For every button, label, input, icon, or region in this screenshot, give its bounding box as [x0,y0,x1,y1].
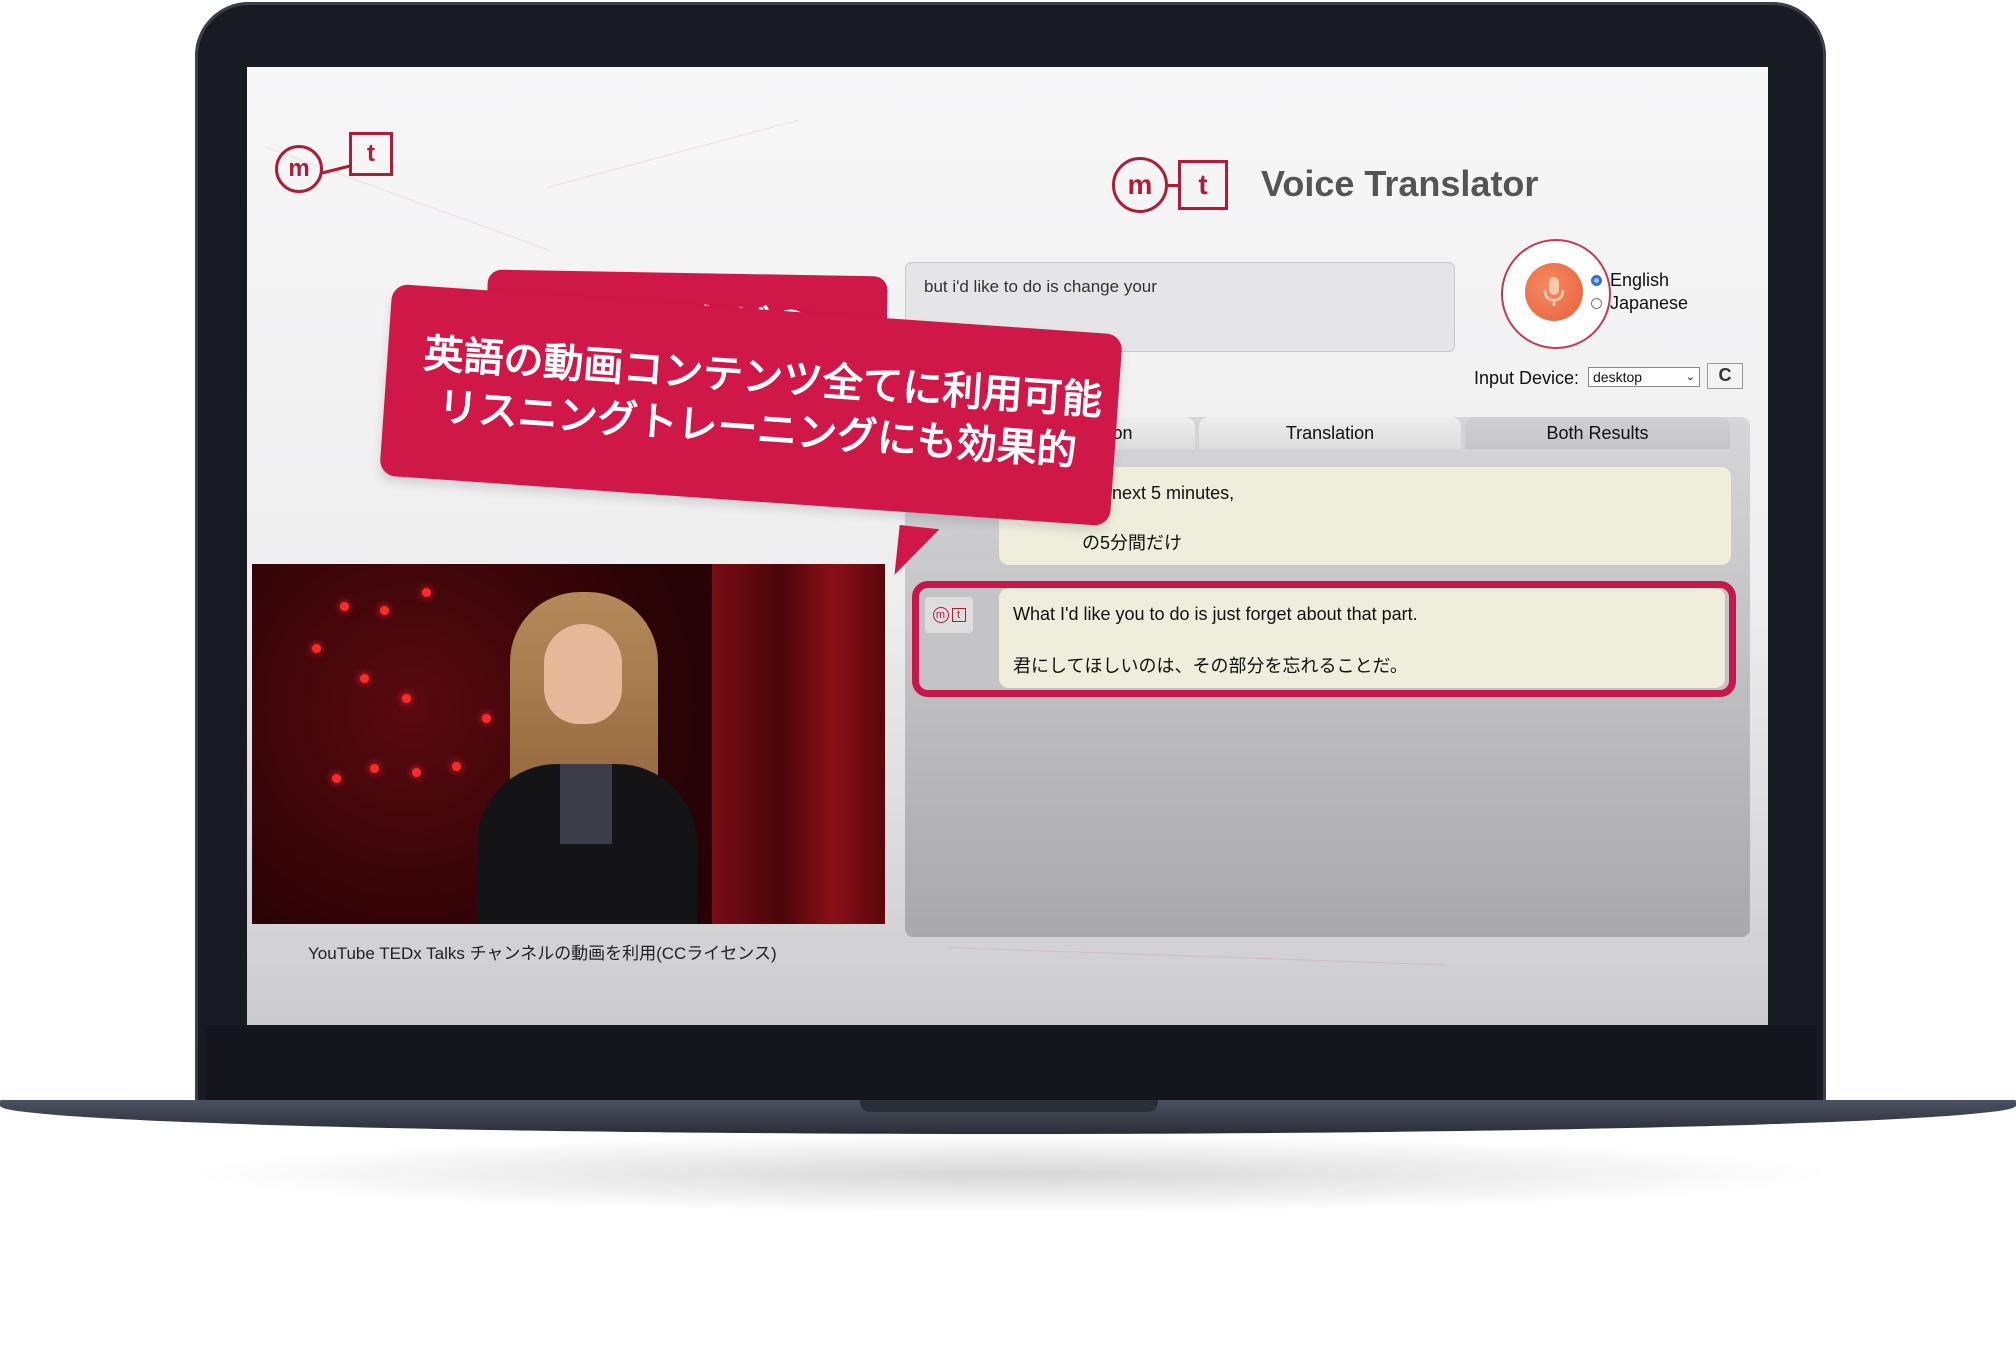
input-device-value: desktop [1593,369,1643,385]
microphone-button[interactable] [1525,263,1583,321]
result-english: What I'd like you to do is just forget a… [1013,604,1418,624]
video-caption: YouTube TEDx Talks チャンネルの動画を利用(CCライセンス) [308,944,777,963]
stage-light [422,588,431,597]
tab-translation[interactable]: Translation [1199,417,1461,449]
stage-light [412,768,421,777]
result-japanese: 君にしてほしいのは、その部分を忘れることだ。 [1013,656,1408,676]
logo-connector [321,163,351,175]
language-label: English [1610,270,1670,290]
logo-t: t [349,132,393,176]
stage-light [452,762,461,771]
logo-connector [1168,183,1178,187]
stage-light [380,606,389,615]
stage-light [312,644,321,653]
radio-japanese[interactable] [1591,298,1602,309]
app-screen: m t m t Voice Translator but i'd like to… [247,67,1768,1025]
input-device-select[interactable]: desktop ⌄ [1588,367,1700,387]
language-option-english[interactable]: English [1591,270,1669,291]
logo-m: m [1112,157,1168,213]
decoration-line [547,119,799,188]
promo-bubble-tail [894,525,940,579]
decoration-line [946,947,1447,966]
brand-logo-small: m t [275,132,393,193]
stage-light [402,694,411,703]
language-option-japanese[interactable]: Japanese [1591,293,1688,314]
laptop-bezel [205,1025,1816,1100]
result-logo-icon: m t [925,597,973,633]
result-japanese: の5分間だけ [1082,533,1183,553]
result-bubble-current: What I'd like you to do is just forget a… [999,588,1725,688]
tab-both-results[interactable]: Both Results [1465,417,1730,449]
app-title: Voice Translator [1261,163,1539,204]
radio-english[interactable] [1591,275,1602,286]
laptop-shadow [180,1134,1840,1214]
brand-logo: m t [1112,157,1228,213]
chevron-down-icon: ⌄ [1685,371,1695,383]
stage-light [360,674,369,683]
microphone-icon [1543,277,1565,306]
tab-label: Translation [1285,422,1375,443]
stage-light [340,602,349,611]
speaker-face [544,624,622,724]
input-device-label: Input Device: [1474,368,1580,388]
stage-curtain [712,564,885,924]
video-player[interactable] [252,564,885,924]
speaker-shirt [560,764,612,844]
language-label: Japanese [1610,293,1689,313]
stage-light [482,714,491,723]
stage-light [332,774,341,783]
laptop-notch [860,1100,1158,1112]
tab-label: Both Results [1546,422,1649,443]
logo-t: t [1178,160,1228,210]
refresh-button[interactable]: C [1707,363,1743,389]
logo-m: m [275,145,323,193]
stage-light [370,764,379,773]
